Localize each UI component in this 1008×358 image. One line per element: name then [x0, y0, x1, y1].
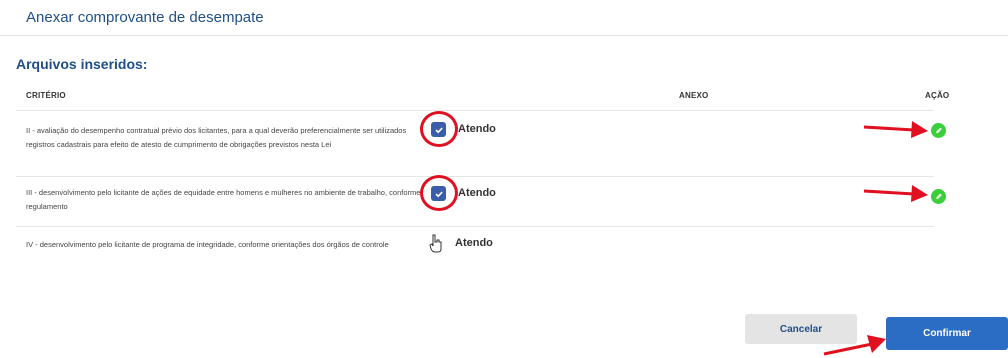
- paperclip-icon: [936, 193, 942, 200]
- annotation-circle: [420, 175, 458, 211]
- status-label: Atendo: [455, 237, 493, 249]
- attachment-button-1[interactable]: [931, 123, 946, 138]
- header-title: Anexar comprovante de desempate: [26, 9, 264, 26]
- header-divider: [0, 35, 1008, 36]
- status-label: Atendo: [458, 187, 496, 199]
- cancel-button[interactable]: Cancelar: [745, 314, 857, 344]
- confirm-button[interactable]: Confirmar: [886, 317, 1008, 350]
- criterio-text: III - desenvolvimento pelo licitante de …: [26, 188, 421, 211]
- table-row: II - avaliação do desempenho contratual …: [16, 110, 934, 177]
- annotation-arrow: [863, 121, 928, 138]
- section-title: Arquivos inseridos:: [16, 56, 148, 72]
- annotation-arrow: [863, 185, 928, 202]
- status-label: Atendo: [458, 123, 496, 135]
- annotation-circle: [420, 111, 458, 147]
- pointer-cursor-icon: [428, 232, 444, 254]
- table-row: III - desenvolvimento pelo licitante de …: [16, 176, 934, 227]
- column-header-anexo: ANEXO: [679, 91, 709, 100]
- attachment-button-2[interactable]: [931, 189, 946, 204]
- column-header-criterio: CRITÉRIO: [26, 91, 66, 100]
- criterio-text: II - avaliação do desempenho contratual …: [26, 126, 407, 149]
- paperclip-icon: [936, 127, 942, 134]
- column-header-acao: AÇÃO: [925, 91, 950, 100]
- table-row: IV - desenvolvimento pelo licitante de p…: [16, 226, 934, 277]
- criterio-text: IV - desenvolvimento pelo licitante de p…: [26, 240, 389, 249]
